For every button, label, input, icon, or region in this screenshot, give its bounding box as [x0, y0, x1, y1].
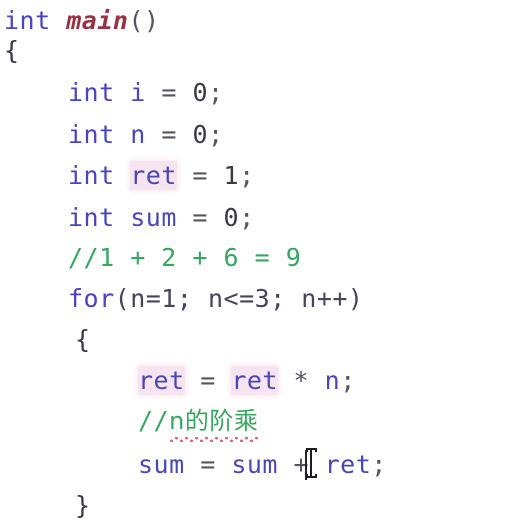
code-line[interactable]: } — [75, 491, 91, 521]
code-token-ident: sum — [138, 450, 185, 479]
code-token-keyword: int — [68, 78, 115, 107]
code-token-punct: = — [184, 366, 232, 395]
code-line[interactable]: sum = sum + ret; — [138, 450, 387, 480]
code-line[interactable]: ret = ret * n; — [138, 366, 356, 396]
text-insertion-caret — [305, 450, 307, 480]
code-token-brace: { — [75, 325, 91, 354]
code-token-keyword: int — [4, 6, 51, 35]
code-line[interactable]: int ret = 1; — [68, 161, 255, 191]
code-token-punct: = — [145, 78, 193, 107]
code-token-brace: { — [4, 36, 20, 65]
code-token-punct: = — [145, 120, 193, 149]
code-token-punct: ; — [208, 78, 224, 107]
code-line[interactable]: int i = 0; — [68, 78, 224, 108]
code-token-punct: ; — [239, 161, 255, 190]
code-token-brace: } — [75, 491, 91, 520]
code-token-fname: main — [66, 6, 129, 35]
code-line[interactable]: int main() — [4, 6, 160, 36]
code-token-ident: i — [130, 78, 146, 107]
code-line[interactable]: for(n=1; n<=3; n++) — [68, 284, 363, 314]
code-token-keyword: int — [68, 161, 115, 190]
code-token-number: 0 — [192, 78, 208, 107]
code-token-ident: ret — [231, 366, 278, 395]
code-token-ident: ret — [130, 161, 177, 190]
code-token-number: 1 — [223, 161, 240, 190]
code-token-punct: ; — [208, 120, 224, 149]
code-token-ident: ret — [138, 366, 185, 395]
code-token-punct: () — [128, 6, 160, 35]
code-token-punct: = — [176, 161, 224, 190]
code-token-plain: (n=1; n<=3; n++) — [114, 284, 364, 313]
code-line[interactable]: //1 + 2 + 6 = 9 — [68, 243, 301, 273]
code-token-ident: sum — [231, 450, 278, 479]
code-token-ident: sum — [130, 203, 177, 232]
code-line[interactable]: { — [4, 36, 20, 66]
code-token-ident: n — [130, 120, 146, 149]
code-token-number: 0 — [192, 120, 208, 149]
code-token-punct: ; — [371, 450, 387, 479]
code-line[interactable]: //n的阶乘 — [138, 406, 259, 442]
code-token-keyword: int — [68, 203, 115, 232]
code-token-keyword: int — [68, 120, 115, 149]
code-token-comment: n的阶乘 — [169, 407, 259, 442]
code-line[interactable]: int n = 0; — [68, 120, 224, 150]
code-token-number: 0 — [223, 203, 240, 232]
code-token-comment: // — [138, 406, 170, 435]
code-token-punct: = — [176, 203, 224, 232]
code-line[interactable]: { — [75, 325, 91, 355]
code-token-punct: ; — [239, 203, 255, 232]
code-token-ident: ret — [324, 450, 372, 479]
code-token-ident: n — [324, 366, 341, 395]
code-token-punct: = — [184, 450, 232, 479]
code-line[interactable]: int sum = 0; — [68, 203, 255, 233]
code-token-punct: ; — [340, 366, 356, 395]
code-token-keyword: for — [68, 284, 115, 313]
code-token-punct: + — [277, 450, 325, 479]
code-token-punct: * — [277, 366, 325, 395]
code-editor-canvas[interactable]: int main(){int i = 0; int n = 0; int ret =… — [0, 0, 509, 530]
code-token-comment: //1 + 2 + 6 = 9 — [68, 243, 302, 272]
